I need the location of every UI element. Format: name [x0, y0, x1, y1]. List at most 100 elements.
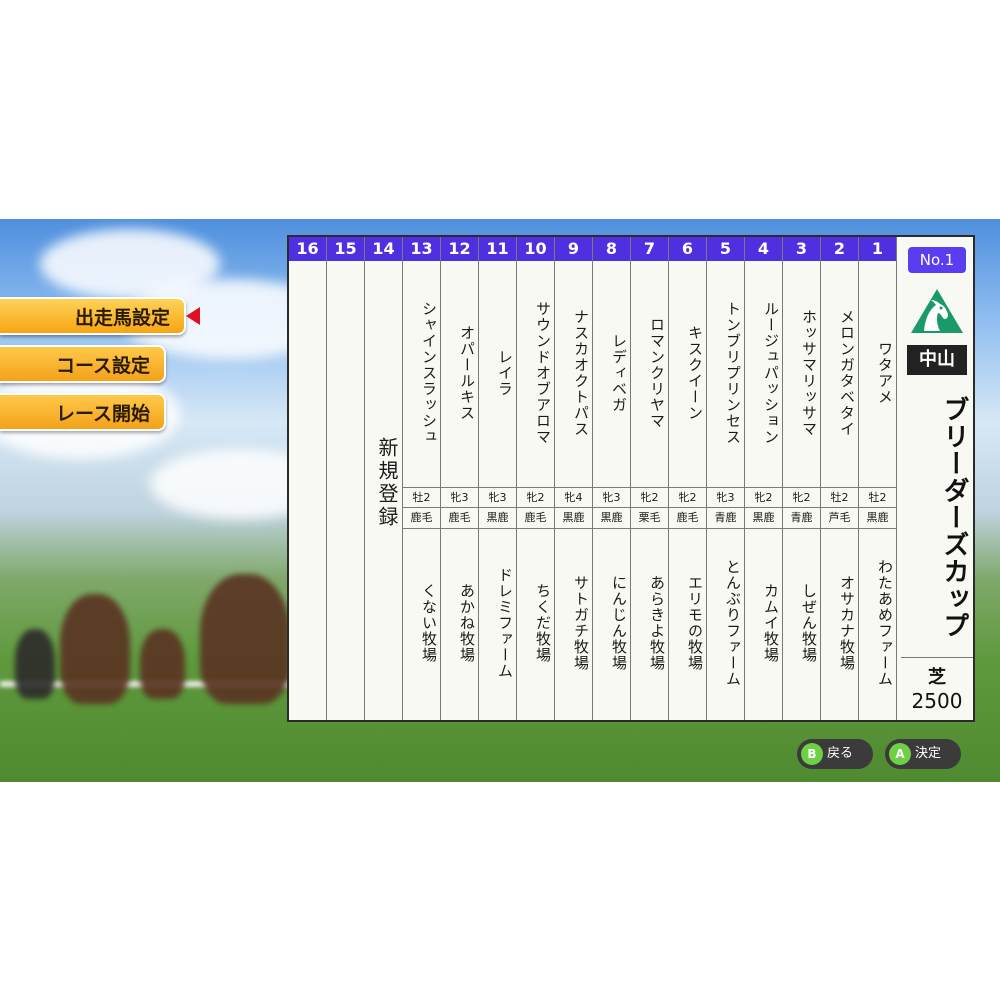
race-name: ブリーダーズカップ [939, 395, 969, 639]
horse-column[interactable]: 12 オパールキス牝3 鹿毛あかね牧場 [441, 237, 479, 720]
sex-age: 牝3 [707, 487, 744, 508]
horse-name: メロンガタベタイ [838, 309, 856, 437]
sex-age: 牡2 [859, 487, 896, 508]
horse-name: キスクイーン [686, 325, 704, 421]
horse-column[interactable]: 14 新規登録 [365, 237, 403, 720]
breeder-farm: ちくだ牧場 [534, 583, 552, 663]
horse-name: ナスカオクトパス [572, 309, 590, 437]
sex-age: 牝2 [517, 487, 554, 508]
horse-column[interactable]: 9 ナスカオクトパス牝4 黒鹿サトガチ牧場 [555, 237, 593, 720]
horse-image [60, 594, 130, 704]
coat-color: 鹿毛 [441, 507, 478, 529]
coat-color: 芦毛 [821, 507, 858, 529]
sex-age: 牝4 [555, 487, 592, 508]
post-number: 10 [517, 237, 554, 261]
new-registration-slot[interactable]: 新規登録 [365, 437, 402, 529]
coat-color: 黒鹿 [859, 507, 896, 529]
menu-button-race-start[interactable]: レース開始 [0, 393, 166, 431]
post-number: 9 [555, 237, 592, 261]
horse-column[interactable]: 4 ルージュパッション牝2 黒鹿カムイ牧場 [745, 237, 783, 720]
horse-image [200, 574, 290, 704]
horse-name: ルージュパッション [762, 301, 780, 445]
sex-age: 牝2 [783, 487, 820, 508]
post-number: 6 [669, 237, 706, 261]
race-number-badge: No.1 [908, 247, 966, 273]
horse-name: オパールキス [458, 325, 476, 421]
horse-name: レディベガ [610, 333, 628, 413]
sex-age: 牝3 [441, 487, 478, 508]
post-number: 16 [289, 237, 326, 261]
breeder-farm: わたあめファーム [876, 559, 894, 687]
menu-pointer-icon [186, 307, 200, 325]
menu-button-runner-settings[interactable]: 出走馬設定 [0, 297, 186, 335]
confirm-label: 決定 [915, 746, 942, 761]
horse-column[interactable]: 5 トンブリプリンセス 牝3 青鹿 とんぶりファーム [707, 237, 745, 720]
sex-age: 牝3 [593, 487, 630, 508]
post-number: 5 [707, 237, 744, 261]
race-card: 16 15 14 新規登録 13 シャインスラッシュ 牡2 鹿毛 くない牧場 12 オパールキス 牝3… [287, 235, 975, 722]
horse-column[interactable]: 8 レディベガ 牝3 黒鹿 にんじん牧場 [593, 237, 631, 720]
menu-button-course-settings[interactable]: コース設定 [0, 345, 166, 383]
breeder-farm: あらきよ牧場 [648, 575, 666, 671]
horse-column[interactable]: 7 ロマンクリヤマ牝2 栗毛あらきよ牧場 [631, 237, 669, 720]
horse-column[interactable]: 10 サウンドオブアロマ牝2 鹿毛ちくだ牧場 [517, 237, 555, 720]
horse-name: サウンドオブアロマ [534, 301, 552, 445]
sex-age: 牝2 [669, 487, 706, 508]
back-button[interactable]: B 戻る [797, 739, 873, 769]
sex-age: 牡2 [821, 487, 858, 508]
breeder-farm: オサカナ牧場 [838, 575, 856, 671]
race-info-panel: No.1 中山 ブリーダーズカップ 芝 2500 [901, 237, 973, 720]
horse-image [140, 629, 185, 699]
horse-emblem-icon [911, 289, 963, 333]
distance-label: 2500 [911, 689, 963, 713]
post-number: 12 [441, 237, 478, 261]
coat-color: 黒鹿 [745, 507, 782, 529]
coat-color: 栗毛 [631, 507, 668, 529]
breeder-farm: エリモの牧場 [686, 575, 704, 671]
surface-label: 芝 [928, 667, 946, 688]
breeder-farm: サトガチ牧場 [572, 575, 590, 671]
horse-column[interactable]: 3 ホッサマリッサマ 牝2 青鹿 しぜん牧場 [783, 237, 821, 720]
confirm-button[interactable]: A 決定 [885, 739, 961, 769]
sex-age: 牝2 [745, 487, 782, 508]
breeder-farm: くない牧場 [420, 583, 438, 663]
breeder-farm: カムイ牧場 [762, 583, 780, 663]
post-number: 14 [365, 237, 402, 261]
horse-column[interactable]: 11 レイラ 牝3 黒鹿 ドレミファーム [479, 237, 517, 720]
breeder-farm: ドレミファーム [496, 567, 514, 679]
breeder-farm: とんぶりファーム [724, 559, 742, 687]
breeder-farm: にんじん牧場 [610, 575, 628, 671]
horse-column[interactable]: 13 シャインスラッシュ 牡2 鹿毛 くない牧場 [403, 237, 441, 720]
b-key-icon: B [801, 743, 823, 765]
coat-color: 黒鹿 [555, 507, 592, 529]
breeder-farm: あかね牧場 [458, 583, 476, 663]
post-number: 7 [631, 237, 668, 261]
horse-image [15, 629, 55, 699]
horse-column[interactable]: 2 メロンガタベタイ牡2 芦毛オサカナ牧場 [821, 237, 859, 720]
post-number: 1 [859, 237, 896, 261]
post-number: 3 [783, 237, 820, 261]
venue-label: 中山 [907, 345, 967, 375]
coat-color: 鹿毛 [669, 507, 706, 529]
post-number: 4 [745, 237, 782, 261]
horse-column[interactable]: 1 ワタアメ牡2 黒鹿わたあめファーム [859, 237, 897, 720]
horse-column[interactable]: 6 キスクイーン牝2 鹿毛エリモの牧場 [669, 237, 707, 720]
coat-color: 黒鹿 [593, 507, 630, 529]
sex-age: 牝2 [631, 487, 668, 508]
post-number: 15 [327, 237, 364, 261]
horse-name: ロマンクリヤマ [648, 317, 666, 429]
post-number: 13 [403, 237, 440, 261]
sex-age: 牡2 [403, 487, 440, 508]
post-number: 2 [821, 237, 858, 261]
horse-column[interactable]: 15 [327, 237, 365, 720]
back-label: 戻る [827, 746, 854, 761]
coat-color: 鹿毛 [403, 507, 440, 529]
coat-color: 青鹿 [707, 507, 744, 529]
divider [901, 657, 973, 658]
horse-name: ワタアメ [876, 341, 894, 405]
coat-color: 鹿毛 [517, 507, 554, 529]
horse-column[interactable]: 16 [289, 237, 327, 720]
breeder-farm: しぜん牧場 [800, 583, 818, 663]
horse-name: ホッサマリッサマ [800, 309, 818, 437]
sex-age: 牝3 [479, 487, 516, 508]
